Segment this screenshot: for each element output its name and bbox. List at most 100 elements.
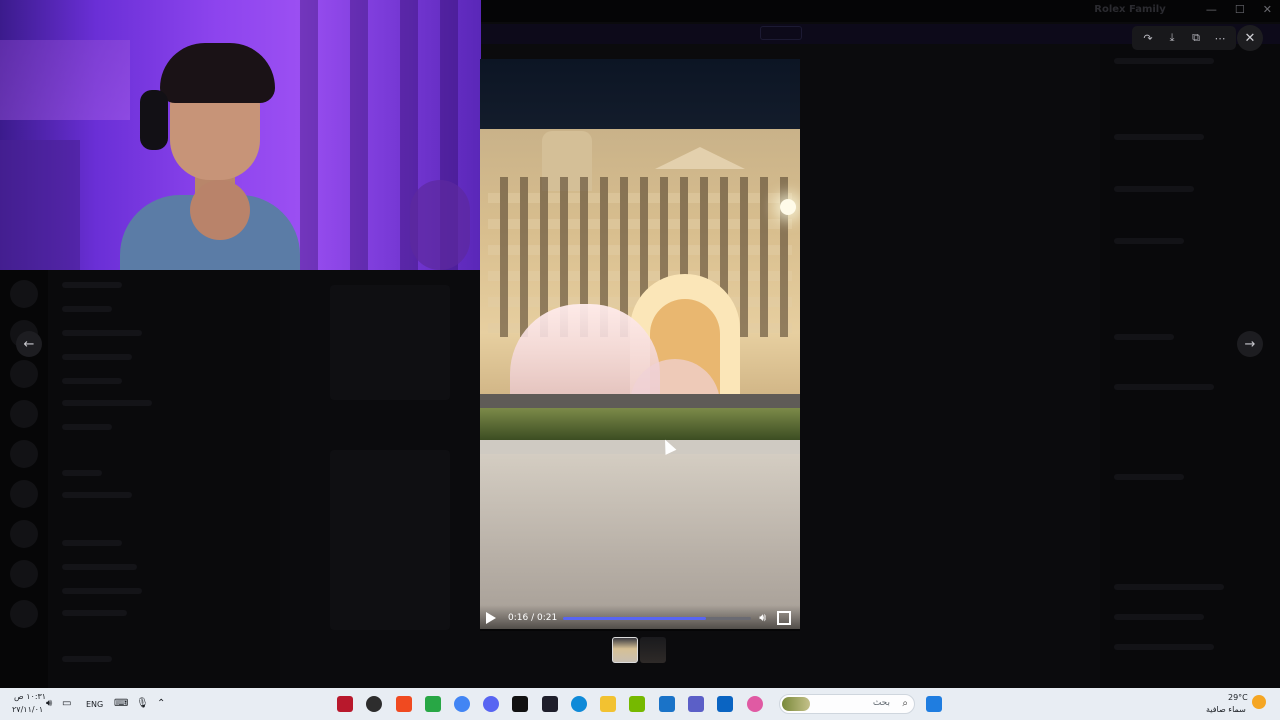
channel-row [62, 282, 122, 288]
wall-poster [0, 40, 130, 120]
play-icon[interactable] [486, 612, 496, 624]
arrow-right-icon[interactable]: → [1237, 331, 1263, 357]
thumbnail[interactable] [640, 637, 666, 663]
volume-tray-icon[interactable]: 🔊︎ [46, 698, 52, 709]
close-icon[interactable]: ✕ [1237, 25, 1263, 51]
chat-attachment [330, 450, 450, 630]
server-icon [10, 280, 38, 308]
title-bar: Rolex Family — ☐ ✕ [480, 0, 1280, 22]
windows-start-icon[interactable] [926, 696, 942, 712]
teams-icon[interactable] [688, 696, 704, 712]
brave-icon[interactable] [396, 696, 412, 712]
chat-attachment [330, 285, 450, 400]
volume-icon[interactable]: 🔊︎ [759, 611, 773, 625]
user-panel [62, 656, 112, 662]
seek-progress [563, 616, 707, 620]
streamer-hand [190, 180, 250, 240]
server-icon [10, 360, 38, 388]
video-hedge [480, 408, 800, 440]
server-icon [10, 440, 38, 468]
channel-row [62, 330, 142, 336]
video-curb [480, 440, 800, 454]
edge-icon[interactable] [571, 696, 587, 712]
video-player[interactable] [480, 59, 800, 629]
acrobat-icon[interactable] [337, 696, 353, 712]
webcam-overlay [0, 0, 481, 270]
capcut-icon[interactable] [542, 696, 558, 712]
server-icon [10, 520, 38, 548]
video-pool-wall [480, 394, 800, 408]
panel-row [1114, 384, 1214, 390]
clock-date: ٢٧/١١/٠١ [12, 705, 44, 714]
tiktok-icon[interactable] [512, 696, 528, 712]
store-icon[interactable] [659, 696, 675, 712]
curtain [300, 0, 318, 270]
video-controls: 0:16 / 0:21 🔊︎ [480, 605, 800, 631]
window-controls: — ☐ ✕ [1206, 3, 1272, 16]
minimize-icon[interactable]: — [1206, 3, 1217, 16]
arrow-left-icon[interactable]: ← [16, 331, 42, 357]
panel-row [1114, 584, 1224, 590]
banner-button [760, 26, 802, 40]
microphone-icon[interactable]: 🎙︎ [136, 698, 149, 709]
video-time: 0:16 / 0:21 [508, 613, 558, 623]
language-indicator[interactable]: ENG [86, 700, 103, 709]
app-icon[interactable] [366, 696, 382, 712]
video-plaza [480, 454, 800, 629]
seek-bar[interactable] [563, 616, 752, 620]
channel-row [62, 424, 112, 430]
panel-row [1114, 474, 1184, 480]
curtain [350, 0, 368, 270]
keyboard-icon[interactable]: ⌨ [114, 698, 128, 709]
outlook-icon[interactable] [717, 696, 733, 712]
channel-row [62, 564, 137, 570]
room-shelf [0, 140, 80, 270]
search-highlight-icon [782, 697, 810, 711]
discord-icon[interactable] [483, 696, 499, 712]
panel-row [1114, 134, 1204, 140]
clock-time: ١٠:٣١ ص [14, 692, 47, 701]
maximize-icon[interactable]: ☐ [1235, 3, 1245, 16]
video-lamp [780, 199, 796, 215]
weather-icon[interactable] [1252, 695, 1266, 709]
panel-row [1114, 186, 1194, 192]
channel-row [62, 470, 102, 476]
channel-row [62, 354, 132, 360]
more-icon[interactable]: ⋯ [1208, 26, 1232, 50]
panel-row [1114, 58, 1214, 64]
right-panel [1100, 44, 1280, 688]
channel-row [62, 610, 127, 616]
chrome-icon[interactable] [454, 696, 470, 712]
panel-row [1114, 238, 1184, 244]
window-title: Rolex Family [1094, 4, 1166, 15]
chevron-up-icon[interactable]: ⌃ [157, 698, 165, 709]
channel-row [62, 400, 152, 406]
room-object [410, 180, 470, 270]
fullscreen-icon[interactable] [777, 611, 792, 625]
forward-icon[interactable]: ↷ [1136, 26, 1160, 50]
streamer [120, 35, 300, 270]
app-icon[interactable] [425, 696, 441, 712]
server-icon [10, 480, 38, 508]
channel-row [62, 378, 122, 384]
headset [140, 90, 168, 150]
screen: Rolex Family — ☐ ✕ ↷ ⤓ ⧉ ⋯ ✕ ← → 0:16 / … [0, 0, 1280, 720]
panel-row [1114, 644, 1214, 650]
network-icon[interactable]: ▭ [62, 698, 71, 709]
search-icon: ⌕ [902, 698, 908, 709]
panel-row [1114, 614, 1204, 620]
download-icon[interactable]: ⤓ [1160, 26, 1184, 50]
server-icon [10, 400, 38, 428]
panel-row [1114, 334, 1174, 340]
channel-list [48, 270, 280, 688]
nvidia-icon[interactable] [629, 696, 645, 712]
copilot-icon[interactable] [747, 696, 763, 712]
weather-temperature: 29°C [1228, 693, 1248, 702]
taskbar-search[interactable]: بحث ⌕ [779, 694, 915, 714]
open-external-icon[interactable]: ⧉ [1184, 26, 1208, 50]
server-icon [10, 600, 38, 628]
thumbnail-selected[interactable] [612, 637, 638, 663]
search-placeholder: بحث [872, 698, 890, 708]
file-explorer-icon[interactable] [600, 696, 616, 712]
window-close-icon[interactable]: ✕ [1263, 3, 1272, 16]
